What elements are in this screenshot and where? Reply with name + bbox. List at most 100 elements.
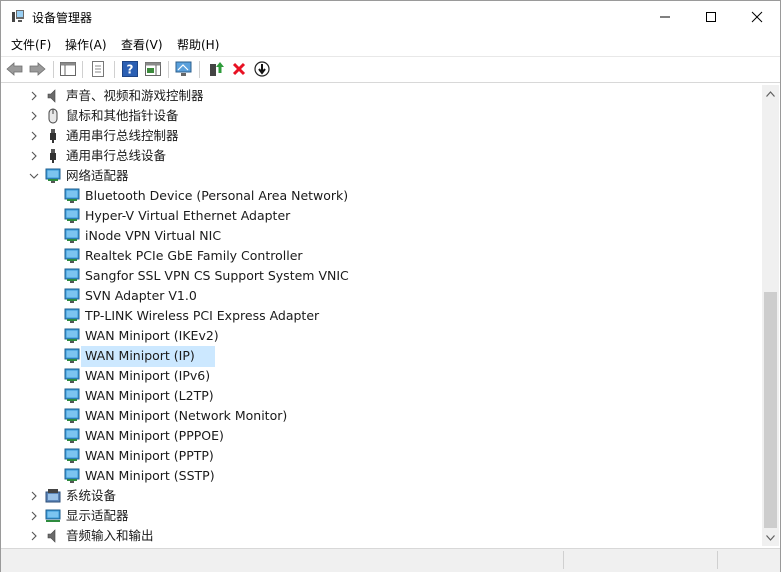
- tree-item-label: WAN Miniport (IPv6): [85, 368, 211, 383]
- menu-view[interactable]: 查看(V): [121, 36, 163, 53]
- tree-device-row[interactable]: WAN Miniport (Network Monitor): [2, 406, 762, 426]
- tree-category-row[interactable]: 通用串行总线设备: [2, 146, 762, 166]
- properties-button[interactable]: [89, 60, 107, 78]
- chevron-right-icon[interactable]: [29, 130, 39, 142]
- close-button[interactable]: [734, 1, 780, 32]
- show-hide-tree-button[interactable]: [59, 60, 77, 78]
- help-icon: ?: [122, 61, 138, 77]
- network-adapter-icon: [64, 188, 80, 204]
- scroll-down-button[interactable]: [762, 529, 779, 546]
- status-bar: [1, 548, 780, 572]
- menu-action[interactable]: 操作(A): [65, 36, 107, 53]
- tree-device-row[interactable]: Hyper-V Virtual Ethernet Adapter: [2, 206, 762, 226]
- menu-help[interactable]: 帮助(H): [177, 36, 219, 53]
- uninstall-button[interactable]: [230, 60, 248, 78]
- update-driver-icon: [210, 62, 224, 76]
- tree-category-row[interactable]: 系统设备: [2, 486, 762, 506]
- tree-item-label: WAN Miniport (IP): [85, 348, 195, 363]
- disable-device-button[interactable]: [253, 60, 271, 78]
- tree-item-label: WAN Miniport (SSTP): [85, 468, 215, 483]
- action-pane-button[interactable]: [144, 60, 162, 78]
- tree-category-row[interactable]: 音频输入和输出: [2, 526, 762, 546]
- back-icon: [6, 62, 23, 76]
- network-adapter-icon: [64, 208, 80, 224]
- network-adapter-icon: [64, 268, 80, 284]
- network-adapter-icon: [64, 428, 80, 444]
- scrollbar-thumb[interactable]: [764, 292, 777, 528]
- status-segment: [3, 551, 564, 569]
- network-adapter-icon: [64, 448, 80, 464]
- tree-device-row[interactable]: WAN Miniport (SSTP): [2, 466, 762, 486]
- tree-category-row[interactable]: 网络适配器: [2, 166, 762, 186]
- tree-item-label: 鼠标和其他指针设备: [66, 108, 179, 123]
- tree-device-row[interactable]: Sangfor SSL VPN CS Support System VNIC: [2, 266, 762, 286]
- menu-file[interactable]: 文件(F): [11, 36, 51, 53]
- device-manager-window: 设备管理器 文件(F) 操作(A) 查看(V) 帮助(H) ? 声音、视频和游戏…: [0, 0, 781, 572]
- tree-device-row[interactable]: iNode VPN Virtual NIC: [2, 226, 762, 246]
- speaker-icon: [45, 528, 61, 544]
- help-button[interactable]: ?: [121, 60, 139, 78]
- chevron-right-icon[interactable]: [29, 510, 39, 522]
- tree-device-row[interactable]: WAN Miniport (IKEv2): [2, 326, 762, 346]
- tree-item-label: WAN Miniport (Network Monitor): [85, 408, 288, 423]
- forward-icon: [29, 62, 46, 76]
- tree-item-label: 系统设备: [66, 488, 117, 503]
- tree-item-label: iNode VPN Virtual NIC: [85, 228, 222, 243]
- network-adapter-icon: [64, 248, 80, 264]
- device-tree[interactable]: 声音、视频和游戏控制器 鼠标和其他指针设备 通用串行总线控制器通用串行总线设备 网络适…: [2, 85, 762, 546]
- chevron-right-icon[interactable]: [29, 110, 39, 122]
- status-segment: [567, 551, 718, 569]
- toolbar-separator: [114, 61, 115, 78]
- tree-item-label: Sangfor SSL VPN CS Support System VNIC: [85, 268, 349, 283]
- tree-device-row[interactable]: TP-LINK Wireless PCI Express Adapter: [2, 306, 762, 326]
- scan-hardware-button[interactable]: [175, 60, 193, 78]
- chevron-right-icon[interactable]: [29, 90, 39, 102]
- menu-bar: 文件(F) 操作(A) 查看(V) 帮助(H): [1, 33, 780, 55]
- network-adapter-icon: [64, 348, 80, 364]
- scroll-up-button[interactable]: [762, 85, 779, 102]
- toolbar-separator: [168, 61, 169, 78]
- tree-category-row[interactable]: 声音、视频和游戏控制器: [2, 86, 762, 106]
- chevron-right-icon[interactable]: [29, 490, 39, 502]
- tree-device-row[interactable]: Realtek PCIe GbE Family Controller: [2, 246, 762, 266]
- action-pane-icon: [145, 62, 161, 76]
- tree-device-row[interactable]: WAN Miniport (L2TP): [2, 386, 762, 406]
- network-adapter-icon: [64, 328, 80, 344]
- forward-button[interactable]: [28, 60, 46, 78]
- chevron-right-icon[interactable]: [29, 530, 39, 542]
- usb-icon: [45, 148, 61, 164]
- minimize-button[interactable]: [642, 1, 688, 32]
- back-button[interactable]: [6, 60, 24, 78]
- chevron-down-icon[interactable]: [29, 170, 39, 182]
- tree-item-label: TP-LINK Wireless PCI Express Adapter: [85, 308, 320, 323]
- tree-item-label: 声音、视频和游戏控制器: [66, 88, 204, 103]
- maximize-button[interactable]: [688, 1, 734, 32]
- svg-text:?: ?: [127, 63, 134, 77]
- usb-icon: [45, 128, 61, 144]
- tree-category-row[interactable]: 通用串行总线控制器: [2, 126, 762, 146]
- network-adapter-icon: [64, 408, 80, 424]
- toolbar-separator: [82, 61, 83, 78]
- network-adapter-icon: [64, 388, 80, 404]
- toolbar: ?: [1, 56, 780, 83]
- network-adapter-icon: [64, 308, 80, 324]
- tree-item-label: WAN Miniport (L2TP): [85, 388, 214, 403]
- tree-item-label: 通用串行总线控制器: [66, 128, 179, 143]
- vertical-scrollbar[interactable]: [762, 85, 779, 546]
- tree-device-row[interactable]: WAN Miniport (PPTP): [2, 446, 762, 466]
- chevron-right-icon[interactable]: [29, 150, 39, 162]
- tree-device-row[interactable]: SVN Adapter V1.0: [2, 286, 762, 306]
- tree-item-label: WAN Miniport (PPTP): [85, 448, 214, 463]
- network-adapter-icon: [64, 228, 80, 244]
- tree-device-row[interactable]: Bluetooth Device (Personal Area Network): [2, 186, 762, 206]
- tree-device-row[interactable]: WAN Miniport (PPPOE): [2, 426, 762, 446]
- tree-device-row[interactable]: WAN Miniport (IP): [2, 346, 762, 367]
- toolbar-separator: [53, 61, 54, 78]
- tree-category-row[interactable]: 鼠标和其他指针设备: [2, 106, 762, 126]
- tree-category-row[interactable]: 显示适配器: [2, 506, 762, 526]
- uninstall-icon: [232, 62, 246, 76]
- network-adapter-icon: [64, 368, 80, 384]
- tree-item-label: WAN Miniport (PPPOE): [85, 428, 224, 443]
- tree-device-row[interactable]: WAN Miniport (IPv6): [2, 366, 762, 386]
- update-driver-button[interactable]: [207, 60, 225, 78]
